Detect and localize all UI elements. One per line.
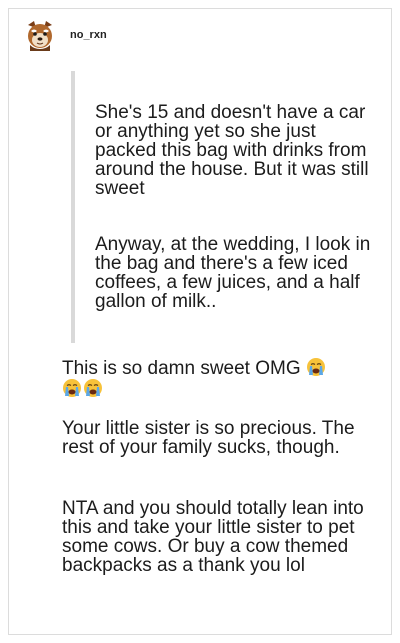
blockquote: She's 15 and doesn't have a car or anyth… [71,71,375,343]
reply-paragraph: NTA and you should totally lean into thi… [62,498,364,576]
quote-paragraph: Anyway, at the wedding, I look in the ba… [95,234,371,312]
red-panda-avatar-icon [24,19,56,51]
avatar[interactable] [24,19,56,51]
loudly-crying-face-icon [306,358,325,376]
username[interactable]: no_rxn [70,29,107,41]
loudly-crying-face-icon [63,379,81,397]
loudly-crying-face-icon [84,379,102,397]
reply-paragraph: This is so damn sweet OMG [62,357,382,399]
post-header: no_rxn [24,19,107,51]
quote-paragraph: She's 15 and doesn't have a car or anyth… [95,102,369,199]
reply-paragraph: Your little sister is so precious. The r… [62,418,355,458]
reply-text: This is so damn sweet OMG [62,358,301,379]
post-card: no_rxn She's 15 and doesn't have a car o… [8,8,392,635]
